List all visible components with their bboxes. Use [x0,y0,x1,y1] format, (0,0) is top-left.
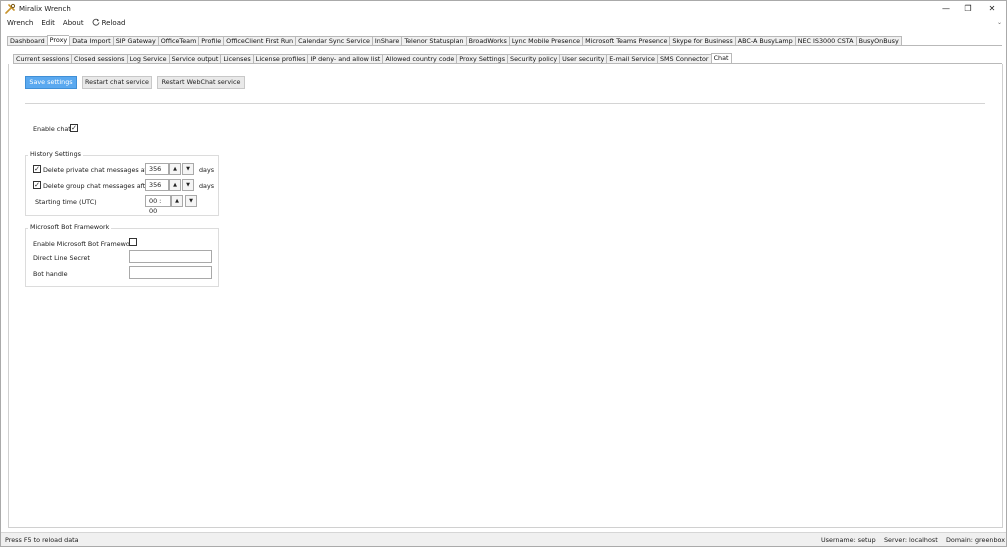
check-icon: ✓ [34,181,40,189]
app-window: Miralix Wrench — ❐ ✕ Wrench Edit About R… [0,0,1007,547]
private-days-unit: days [199,166,215,174]
starting-time-input[interactable]: 00 : 00 [145,195,171,215]
menu-reload[interactable]: Reload [88,18,130,28]
delete-private-label: Delete private chat messages after [43,166,156,174]
bot-handle-input[interactable] [129,266,212,279]
main-tab-baseline [7,45,1002,46]
restart-webchat-service-button[interactable]: Restart WebChat service [157,76,245,89]
reload-icon [92,18,100,28]
menu-about[interactable]: About [59,19,88,27]
status-server: Server: localhost [884,536,938,544]
check-icon: ✓ [34,165,40,173]
enable-bot-framework-checkbox[interactable] [129,238,137,246]
menu-edit[interactable]: Edit [37,19,59,27]
group-days-up-button[interactable]: ▲ [169,179,181,191]
status-username: Username: setup [821,536,876,544]
menu-bar: Wrench Edit About Reload ⌄ [1,16,1006,29]
window-title: Miralix Wrench [19,4,71,13]
delete-group-checkbox[interactable]: ✓ [33,181,41,189]
enable-chat-label: Enable chat [33,125,71,133]
private-days-up-button[interactable]: ▲ [169,163,181,175]
restore-button[interactable]: ❐ [956,1,980,16]
direct-line-secret-input[interactable] [129,250,212,263]
menu-wrench[interactable]: Wrench [1,19,37,27]
direct-line-secret-label: Direct Line Secret [33,254,90,262]
status-hint: Press F5 to reload data [5,536,79,544]
delete-group-days-input[interactable]: 356 [145,179,169,191]
private-days-down-button[interactable]: ▼ [182,163,194,175]
minimize-button[interactable]: — [934,1,958,16]
starting-time-down-button[interactable]: ▼ [185,195,197,207]
close-button[interactable]: ✕ [980,1,1004,16]
bot-framework-title: Microsoft Bot Framework [28,223,112,231]
starting-time-label: Starting time (UTC) [35,198,97,206]
save-settings-button[interactable]: Save settings [25,76,77,89]
restart-chat-service-button[interactable]: Restart chat service [82,76,152,89]
title-bar: Miralix Wrench [1,1,1006,16]
toolbar-divider [25,103,985,104]
starting-time-up-button[interactable]: ▲ [171,195,183,207]
history-settings-title: History Settings [28,150,83,158]
overflow-icon[interactable]: ⌄ [997,19,1002,26]
group-days-down-button[interactable]: ▼ [182,179,194,191]
check-icon: ✓ [71,124,77,132]
bot-handle-label: Bot handle [33,270,68,278]
delete-private-days-input[interactable]: 356 [145,163,169,175]
wrench-icon [4,3,16,15]
menu-reload-label: Reload [101,18,126,27]
group-days-unit: days [199,182,215,190]
chat-settings-panel: Save settings Restart chat service Resta… [8,64,1003,528]
delete-private-checkbox[interactable]: ✓ [33,165,41,173]
status-bar: Press F5 to reload data Username: setup … [1,532,1006,546]
status-domain: Domain: greenbox [946,536,1005,544]
delete-group-label: Delete group chat messages after [43,182,152,190]
enable-chat-checkbox[interactable]: ✓ [70,124,78,132]
enable-bot-framework-label: Enable Microsoft Bot Framework [33,240,137,248]
